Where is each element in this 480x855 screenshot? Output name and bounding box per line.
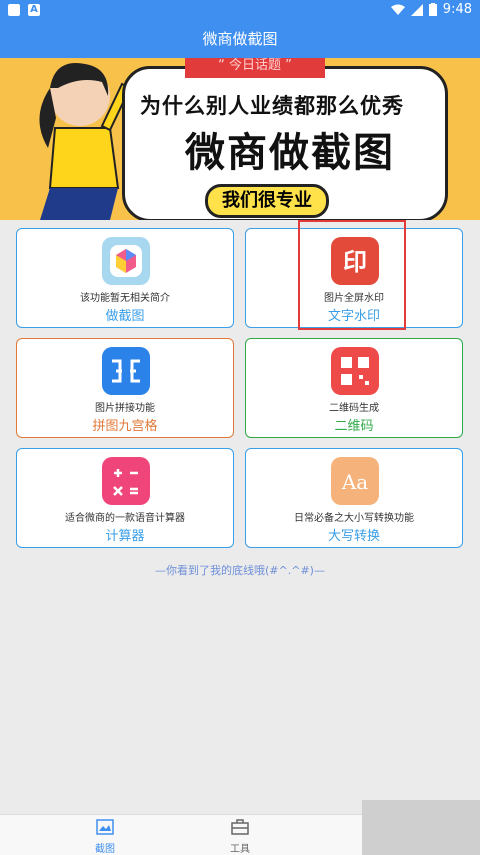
nav-label: 截图 bbox=[95, 844, 115, 855]
notification-icon bbox=[8, 4, 20, 16]
font-case-icon: Aa bbox=[331, 457, 379, 505]
tool-desc: 该功能暂无相关简介 bbox=[80, 293, 170, 304]
page-title: 微商做截图 bbox=[202, 30, 278, 48]
nav-item-screenshot[interactable]: 截图 bbox=[75, 819, 135, 855]
tool-card-case-convert[interactable]: Aa 日常必备之大小写转换功能 大写转换 bbox=[245, 448, 463, 548]
svg-text:Aa: Aa bbox=[341, 470, 368, 494]
app-bar: 微商做截图 bbox=[0, 20, 480, 58]
girl-illustration bbox=[39, 63, 132, 220]
banner-tag: 我们很专业 bbox=[205, 184, 329, 218]
toolbox-icon bbox=[231, 819, 249, 835]
app-notification-icon: A bbox=[28, 4, 40, 16]
tool-desc: 日常必备之大小写转换功能 bbox=[294, 513, 414, 524]
signal-icon bbox=[410, 3, 423, 16]
corner-overlay bbox=[362, 800, 480, 855]
tool-desc: 适合微商的一款语音计算器 bbox=[65, 513, 185, 524]
tool-card-screenshot[interactable]: 该功能暂无相关简介 做截图 bbox=[16, 228, 234, 328]
cube-app-icon bbox=[102, 237, 150, 285]
status-indicators: 9:48 bbox=[390, 2, 472, 17]
banner-headline: 为什么别人业绩都那么优秀 bbox=[140, 94, 404, 118]
split-icon bbox=[102, 347, 150, 395]
tool-card-calculator[interactable]: 适合微商的一款语音计算器 计算器 bbox=[16, 448, 234, 548]
nav-item-tools[interactable]: 工具 bbox=[210, 819, 270, 855]
tool-name: 大写转换 bbox=[327, 529, 380, 544]
tool-name: 计算器 bbox=[105, 529, 145, 544]
tool-desc: 图片拼接功能 bbox=[95, 403, 155, 414]
qr-code-icon bbox=[331, 347, 379, 395]
tool-name: 二维码 bbox=[334, 419, 374, 434]
tool-name: 拼图九宫格 bbox=[92, 419, 158, 434]
calculator-icon bbox=[102, 457, 150, 505]
battery-icon bbox=[428, 3, 437, 16]
end-of-list-note: —你看到了我的底线哦(#^.^#)— bbox=[155, 564, 325, 577]
nav-label: 工具 bbox=[230, 844, 250, 855]
tool-desc: 二维码生成 bbox=[329, 403, 379, 414]
tool-card-puzzle[interactable]: 图片拼接功能 拼图九宫格 bbox=[16, 338, 234, 438]
wifi-icon bbox=[390, 4, 405, 15]
banner-title: 微商做截图 bbox=[185, 130, 395, 176]
topic-ribbon: “ 今日话题 ” bbox=[185, 58, 325, 78]
tool-card-qrcode[interactable]: 二维码生成 二维码 bbox=[245, 338, 463, 438]
clock-time: 9:48 bbox=[442, 2, 472, 17]
image-icon bbox=[96, 819, 114, 835]
highlight-frame bbox=[298, 220, 406, 330]
status-bar: A 9:48 bbox=[0, 0, 480, 20]
tool-name: 做截图 bbox=[105, 309, 145, 324]
promo-banner[interactable]: “ 今日话题 ” 为什么别人业绩都那么优秀 微商做截图 我们很专业 bbox=[0, 58, 480, 220]
